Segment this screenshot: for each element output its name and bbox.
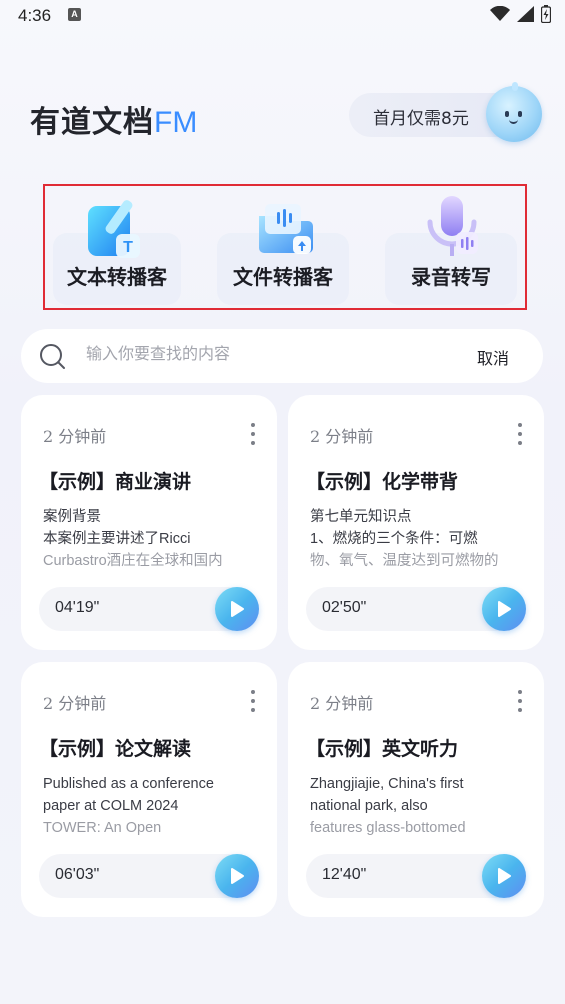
more-options-icon[interactable] [516, 423, 524, 445]
search-bar: 取消 [21, 329, 543, 383]
play-button[interactable] [215, 854, 259, 898]
cancel-button[interactable]: 取消 [477, 345, 509, 369]
logo-text: 有道文档 [30, 105, 154, 140]
play-button[interactable] [482, 587, 526, 631]
svg-text:T: T [123, 239, 133, 256]
battery-icon [541, 5, 551, 23]
wifi-icon [490, 6, 510, 21]
card-desc-line: 物、氧气、温度达到可燃物的 [310, 553, 499, 569]
mascot-antenna [512, 82, 518, 91]
card-player: 06'03" [39, 854, 259, 898]
mascot-avatar[interactable] [486, 82, 542, 142]
card-desc-line: Published as a conference [43, 776, 214, 792]
status-icons [490, 5, 551, 23]
more-options-icon[interactable] [249, 423, 257, 445]
mascot-eye-left [505, 111, 509, 117]
card-desc-line: paper at COLM 2024 [43, 798, 179, 814]
file-podcast-icon [259, 204, 313, 254]
card-title: 【示例】论文解读 [39, 738, 192, 760]
card-description: 第七单元知识点 1、燃烧的三个条件：可燃 物、氧气、温度达到可燃物的 [310, 506, 526, 572]
card-description: 案例背景 本案例主要讲述了Ricci Curbastro酒庄在全球和国内 [43, 506, 259, 572]
search-icon [40, 344, 65, 369]
card-player: 12'40" [306, 854, 526, 898]
more-options-icon[interactable] [249, 690, 257, 712]
recording-card[interactable]: 2 分钟前 【示例】化学带背 第七单元知识点 1、燃烧的三个条件：可燃 物、氧气… [288, 395, 544, 650]
tool-label: 文件转播客 [233, 265, 333, 289]
card-title: 【示例】商业演讲 [39, 471, 192, 493]
card-desc-line: 1、燃烧的三个条件：可燃 [310, 531, 478, 547]
card-desc-line: 本案例主要讲述了Ricci [43, 531, 191, 547]
app-logo: 有道文档FM [30, 97, 197, 141]
card-desc-line: TOWER: An Open [43, 820, 162, 836]
card-title: 【示例】英文听力 [306, 738, 459, 760]
promo-label: 首月仅需8元 [373, 109, 469, 129]
play-icon [231, 601, 244, 617]
card-desc-line: 第七单元知识点 [310, 509, 412, 525]
card-duration: 04'19" [55, 599, 100, 616]
recording-card[interactable]: 2 分钟前 【示例】论文解读 Published as a conference… [21, 662, 277, 917]
card-time: 2 分钟前 [43, 427, 107, 446]
signal-icon [517, 6, 534, 22]
card-desc-line: features glass-bottomed [310, 820, 466, 836]
search-input[interactable] [86, 344, 446, 363]
tool-label: 录音转写 [411, 265, 491, 289]
mascot-mouth [509, 119, 518, 124]
card-description: Zhangjiajie, China's first national park… [310, 773, 526, 839]
card-desc-line: Curbastro酒庄在全球和国内 [43, 553, 223, 569]
play-button[interactable] [482, 854, 526, 898]
tool-label: 文本转播客 [67, 265, 167, 289]
mascot-eye-right [518, 111, 522, 117]
card-duration: 06'03" [55, 866, 100, 883]
more-options-icon[interactable] [516, 690, 524, 712]
card-player: 02'50" [306, 587, 526, 631]
card-time: 2 分钟前 [310, 694, 374, 713]
card-description: Published as a conference paper at COLM … [43, 773, 259, 839]
play-icon [231, 868, 244, 884]
status-time: 4:36 [18, 6, 52, 25]
text-podcast-icon: T [88, 200, 140, 258]
card-desc-line: 案例背景 [43, 509, 101, 525]
play-icon [498, 868, 511, 884]
play-button[interactable] [215, 587, 259, 631]
card-duration: 02'50" [322, 599, 367, 616]
card-desc-line: Zhangjiajie, China's first [310, 776, 464, 792]
recording-card[interactable]: 2 分钟前 【示例】英文听力 Zhangjiajie, China's firs… [288, 662, 544, 917]
card-duration: 12'40" [322, 866, 367, 883]
status-bar: 4:36 A [0, 0, 565, 34]
recording-card[interactable]: 2 分钟前 【示例】商业演讲 案例背景 本案例主要讲述了Ricci Curbas… [21, 395, 277, 650]
notification-icon: A [68, 8, 81, 21]
logo-suffix: FM [154, 106, 198, 139]
card-time: 2 分钟前 [310, 427, 374, 446]
card-time: 2 分钟前 [43, 694, 107, 713]
play-icon [498, 601, 511, 617]
card-player: 04'19" [39, 587, 259, 631]
card-title: 【示例】化学带背 [306, 471, 459, 493]
card-desc-line: national park, also [310, 798, 428, 814]
microphone-icon [427, 196, 478, 256]
